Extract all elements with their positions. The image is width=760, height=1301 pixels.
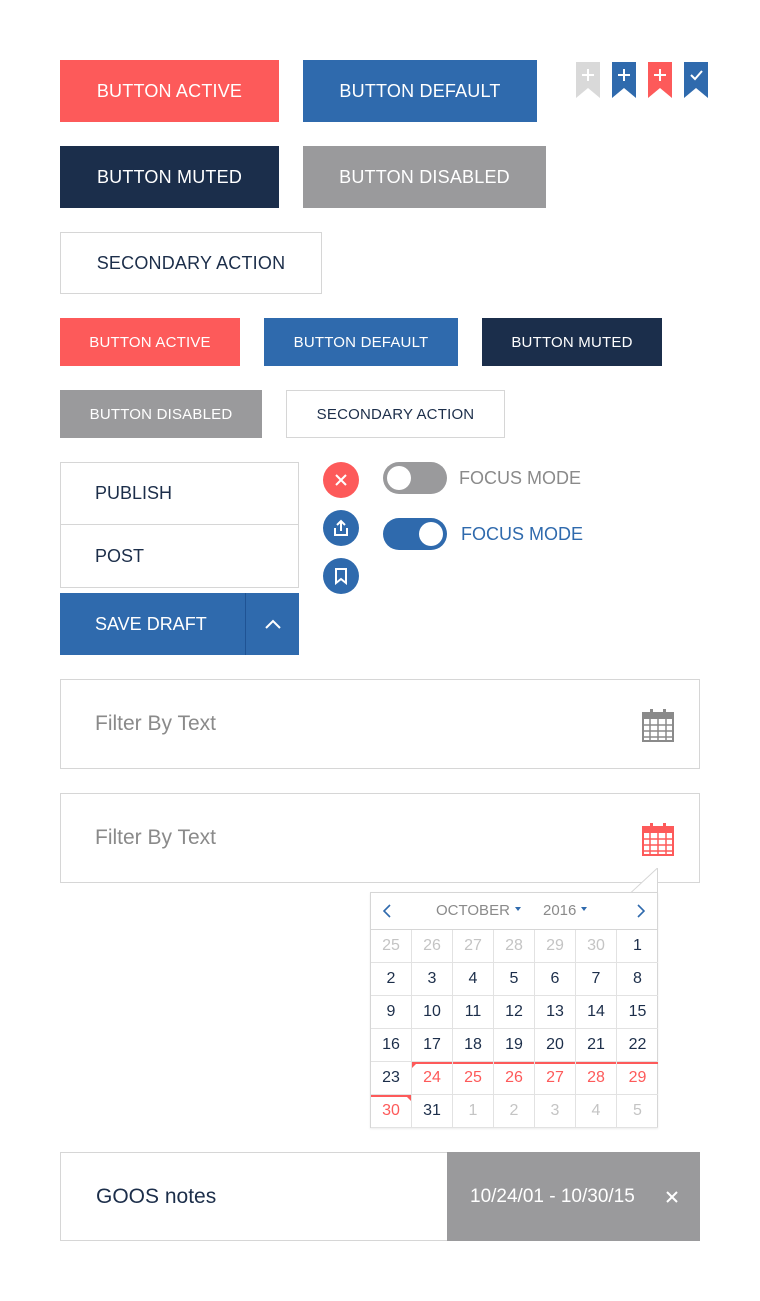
bookmark-icon [335, 568, 347, 585]
menu-toggle-button[interactable] [246, 593, 299, 655]
secondary-action-large[interactable]: SECONDARY ACTION [60, 232, 322, 294]
focus-mode-toggle-off[interactable] [383, 462, 447, 494]
button-muted-large[interactable]: BUTTON MUTED [60, 146, 279, 208]
save-draft-button[interactable]: SAVE DRAFT [60, 593, 246, 655]
calendar-icon[interactable] [642, 708, 674, 742]
month-select[interactable]: OCTOBER [436, 902, 521, 919]
day-cell[interactable]: 26 [412, 930, 453, 963]
day-cell[interactable]: 13 [535, 996, 576, 1029]
toggle-knob [387, 466, 411, 490]
day-cell[interactable]: 30 [576, 930, 617, 963]
button-active-large[interactable]: BUTTON ACTIVE [60, 60, 279, 122]
day-cell[interactable]: 6 [535, 963, 576, 996]
close-button[interactable] [323, 462, 359, 498]
button-disabled-large: BUTTON DISABLED [303, 146, 546, 208]
date-range-label: 10/24/01 - 10/30/15 [470, 1185, 635, 1207]
button-default-large[interactable]: BUTTON DEFAULT [303, 60, 537, 122]
day-cell[interactable]: 29 [535, 930, 576, 963]
day-cell[interactable]: 15 [617, 996, 658, 1029]
date-picker-header: OCTOBER 2016 [371, 893, 657, 930]
day-cell-selected[interactable]: 27 [535, 1062, 576, 1095]
button-muted-small[interactable]: BUTTON MUTED [482, 318, 662, 366]
day-cell-selected[interactable]: 30 [371, 1095, 412, 1128]
caret-down-icon [514, 907, 521, 912]
day-cell[interactable]: 3 [412, 963, 453, 996]
date-range-chip: 10/24/01 - 10/30/15 [447, 1152, 700, 1241]
date-range-tag: GOOS notes 10/24/01 - 10/30/15 [60, 1152, 700, 1241]
day-cell-selected[interactable]: 28 [576, 1062, 617, 1095]
day-cell-selected[interactable]: 29 [617, 1062, 658, 1095]
filter-input[interactable] [95, 680, 615, 768]
filter-input[interactable] [95, 794, 615, 882]
filter-field-active [60, 793, 700, 883]
day-cell[interactable]: 28 [494, 930, 535, 963]
button-disabled-small: BUTTON DISABLED [60, 390, 262, 438]
day-cell[interactable]: 10 [412, 996, 453, 1029]
toggle-label-on: FOCUS MODE [461, 524, 584, 544]
ribbon-add-active[interactable] [648, 62, 672, 98]
day-cell[interactable]: 20 [535, 1029, 576, 1062]
filter-field [60, 679, 700, 769]
day-cell[interactable]: 16 [371, 1029, 412, 1062]
share-button[interactable] [323, 510, 359, 546]
day-cell[interactable]: 5 [494, 963, 535, 996]
day-cell[interactable]: 4 [453, 963, 494, 996]
day-cell[interactable]: 3 [535, 1095, 576, 1128]
tag-name: GOOS notes [96, 1184, 217, 1208]
button-active-small[interactable]: BUTTON ACTIVE [60, 318, 240, 366]
caret-down-icon [581, 907, 588, 912]
day-cell[interactable]: 1 [617, 930, 658, 963]
day-cell[interactable]: 27 [453, 930, 494, 963]
day-cell[interactable]: 25 [371, 930, 412, 963]
bookmark-button[interactable] [323, 558, 359, 594]
close-icon[interactable] [666, 1190, 678, 1203]
day-cell[interactable]: 5 [617, 1095, 658, 1128]
toggle-label-off: FOCUS MODE [459, 468, 582, 488]
day-cell[interactable]: 4 [576, 1095, 617, 1128]
share-icon [334, 519, 348, 536]
chevron-up-icon [264, 619, 281, 629]
day-cell[interactable]: 31 [412, 1095, 453, 1128]
day-cell[interactable]: 7 [576, 963, 617, 996]
secondary-action-small[interactable]: SECONDARY ACTION [286, 390, 505, 438]
year-select[interactable]: 2016 [543, 902, 588, 919]
menu-item-post[interactable]: POST [60, 525, 299, 588]
day-cell[interactable]: 18 [453, 1029, 494, 1062]
day-cell[interactable]: 2 [371, 963, 412, 996]
day-cell[interactable]: 9 [371, 996, 412, 1029]
day-cell[interactable]: 11 [453, 996, 494, 1029]
focus-mode-toggle-on[interactable] [383, 518, 447, 550]
day-cell[interactable]: 2 [494, 1095, 535, 1128]
close-icon [335, 474, 347, 486]
day-cell[interactable]: 22 [617, 1029, 658, 1062]
day-cell-selected[interactable]: 26 [494, 1062, 535, 1095]
publish-menu: PUBLISH POST [60, 462, 299, 588]
date-picker: OCTOBER 2016 25 26 27 28 29 30 1 2 3 4 5… [370, 892, 658, 1128]
prev-month-button[interactable] [379, 902, 395, 920]
day-cell[interactable]: 21 [576, 1029, 617, 1062]
ribbon-saved[interactable] [684, 62, 708, 98]
calendar-icon[interactable] [642, 822, 674, 856]
day-cell[interactable]: 12 [494, 996, 535, 1029]
chevron-right-icon [637, 904, 645, 918]
day-cell[interactable]: 1 [453, 1095, 494, 1128]
save-draft-split-button: SAVE DRAFT [60, 593, 299, 655]
month-label: OCTOBER [436, 902, 510, 919]
day-cell[interactable]: 19 [494, 1029, 535, 1062]
ribbon-add-disabled [576, 62, 600, 98]
day-cell[interactable]: 14 [576, 996, 617, 1029]
next-month-button[interactable] [633, 902, 649, 920]
day-cell-selected[interactable]: 24 [412, 1062, 453, 1095]
button-default-small[interactable]: BUTTON DEFAULT [264, 318, 458, 366]
toggle-knob [419, 522, 443, 546]
chevron-left-icon [383, 904, 391, 918]
day-cell-selected[interactable]: 25 [453, 1062, 494, 1095]
day-cell[interactable]: 8 [617, 963, 658, 996]
day-cell[interactable]: 23 [371, 1062, 412, 1095]
year-label: 2016 [543, 902, 577, 919]
date-grid: 25 26 27 28 29 30 1 2 3 4 5 6 7 8 9 10 1… [371, 930, 658, 1128]
day-cell[interactable]: 17 [412, 1029, 453, 1062]
menu-item-publish[interactable]: PUBLISH [60, 462, 299, 525]
ribbon-add-default[interactable] [612, 62, 636, 98]
